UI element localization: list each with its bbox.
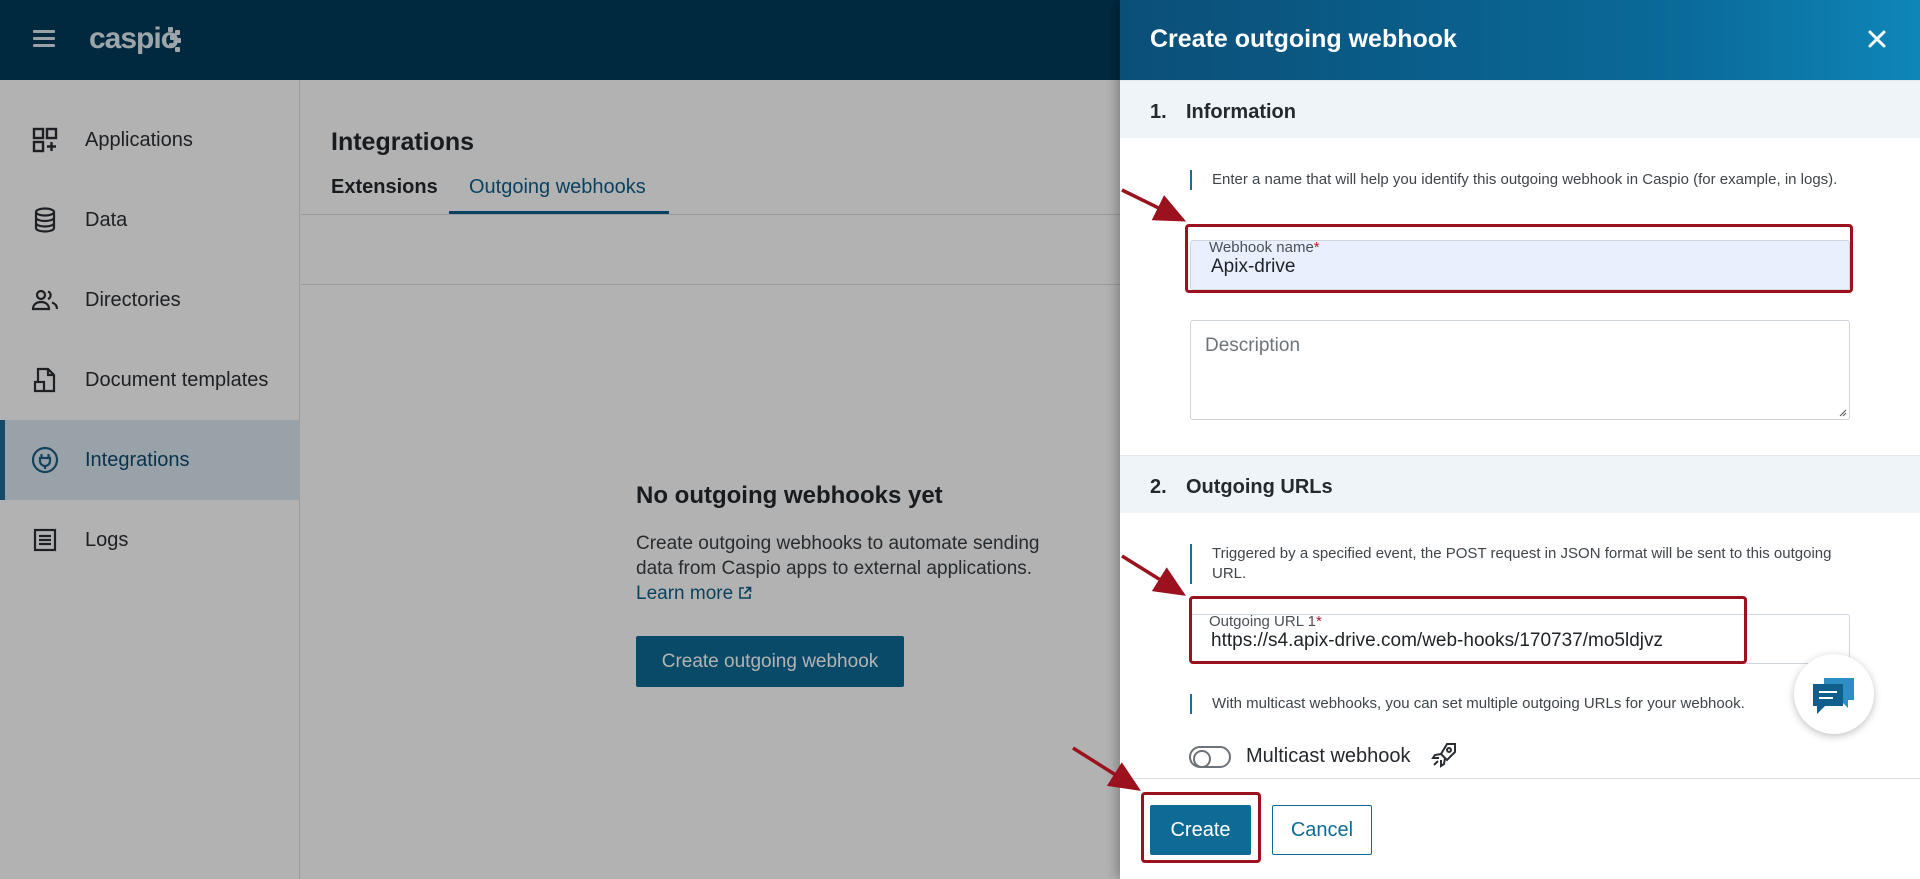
- cancel-button[interactable]: Cancel: [1272, 805, 1372, 855]
- resize-handle-icon[interactable]: [1837, 407, 1847, 417]
- highlight-webhook-name: [1185, 224, 1853, 293]
- outgoing-urls-hint: Triggered by a specified event, the POST…: [1190, 544, 1840, 584]
- multicast-toggle[interactable]: [1189, 746, 1231, 768]
- modal-backdrop[interactable]: [0, 0, 1120, 879]
- drawer-header: Create outgoing webhook: [1120, 0, 1920, 80]
- section-outgoing-urls-header: 2. Outgoing URLs: [1120, 455, 1920, 513]
- drawer-title: Create outgoing webhook: [1150, 25, 1457, 53]
- information-hint: Enter a name that will help you identify…: [1190, 170, 1840, 190]
- section-title: Information: [1186, 101, 1296, 123]
- multicast-hint: With multicast webhooks, you can set mul…: [1190, 694, 1840, 714]
- rocket-icon: [1431, 743, 1456, 768]
- close-icon[interactable]: [1864, 26, 1890, 52]
- section-information-header: 1. Information: [1120, 80, 1920, 138]
- section-number: 1.: [1150, 101, 1167, 123]
- highlight-create-button: [1141, 792, 1261, 863]
- section-number: 2.: [1150, 476, 1167, 498]
- chat-support-button[interactable]: [1794, 654, 1874, 734]
- create-webhook-drawer: Create outgoing webhook 1. Information E…: [1120, 0, 1920, 879]
- highlight-outgoing-url: [1189, 596, 1747, 664]
- description-placeholder: Description: [1205, 335, 1301, 356]
- chat-icon: [1813, 678, 1854, 714]
- description-textarea[interactable]: Description: [1190, 320, 1850, 420]
- multicast-label: Multicast webhook: [1246, 745, 1411, 767]
- section-title: Outgoing URLs: [1186, 476, 1333, 498]
